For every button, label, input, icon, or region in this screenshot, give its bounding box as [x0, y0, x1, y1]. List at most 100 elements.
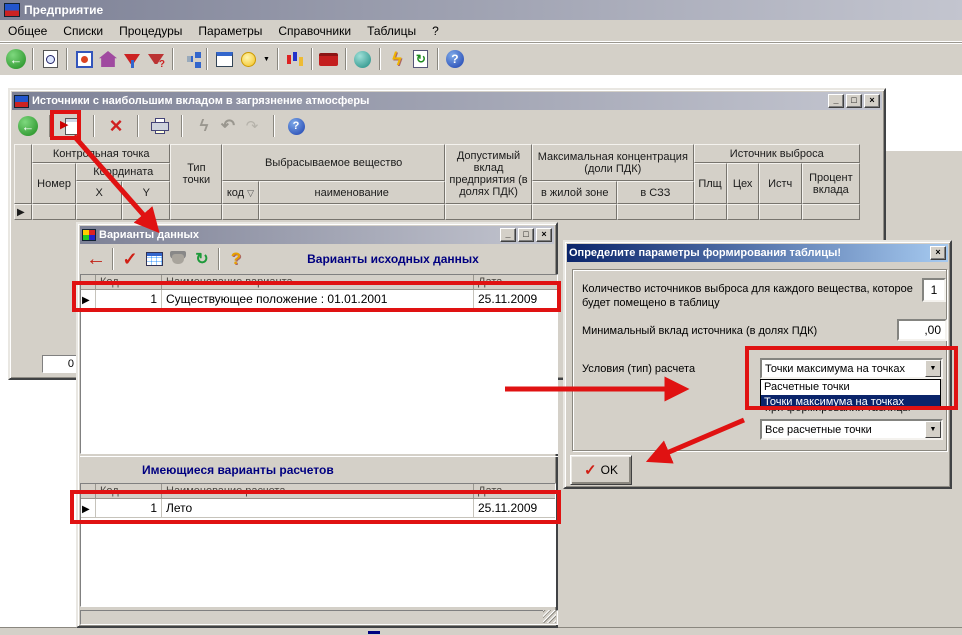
cell-name: Существующее положение : 01.01.2001 — [162, 290, 474, 309]
col-code[interactable]: Код — [96, 484, 162, 499]
col-y[interactable]: Y — [122, 181, 170, 204]
menu-spravochniki[interactable]: Справочники — [270, 21, 359, 41]
menu-tablicy[interactable]: Таблицы — [359, 21, 424, 41]
maximize-button[interactable]: □ — [518, 228, 534, 242]
lamp-dropdown-arrow[interactable]: ▼ — [263, 56, 270, 63]
confirm-button[interactable]: ✓ — [118, 247, 142, 271]
print-icon — [151, 122, 169, 131]
refresh-button[interactable]: ↻ — [190, 247, 214, 271]
enterprise-button[interactable] — [96, 47, 120, 71]
lamp-button[interactable] — [236, 47, 260, 71]
close-button[interactable]: × — [930, 246, 946, 260]
params-dialog-title: Определите параметры формирования таблиц… — [569, 247, 927, 259]
params-dialog: Определите параметры формирования таблиц… — [563, 240, 952, 489]
col-residential[interactable]: в жилой зоне — [532, 181, 617, 204]
plug-button[interactable] — [166, 247, 190, 271]
refresh-icon: ↻ — [413, 50, 428, 68]
variant-row[interactable]: ▶ 1 Существующее положение : 01.01.2001 … — [81, 290, 557, 309]
col-name[interactable]: Наименование варианта — [162, 275, 474, 290]
tree-icon — [187, 56, 193, 62]
col-tseh[interactable]: Цех — [727, 163, 759, 204]
tree-button[interactable] — [178, 47, 202, 71]
col-x[interactable]: X — [76, 181, 122, 204]
menu-obschee[interactable]: Общее — [0, 21, 55, 41]
col-substance[interactable]: Выбрасываемое вещество — [222, 144, 445, 181]
dropdown-option-maksimuma[interactable]: Точки максимума на точках — [761, 395, 940, 410]
chevron-down-icon[interactable]: ▼ — [925, 360, 941, 377]
lightning-button[interactable]: ϟ — [192, 114, 216, 138]
minimize-button[interactable]: _ — [828, 94, 844, 108]
briefcase-button[interactable] — [317, 47, 341, 71]
chevron-down-icon[interactable]: ▼ — [925, 421, 941, 438]
col-szz[interactable]: в СЗЗ — [617, 181, 693, 204]
col-control-point[interactable]: Контрольная точка — [32, 144, 170, 163]
undo-icon: ↶ — [221, 116, 235, 136]
add-record-button[interactable]: ▶ — [60, 114, 84, 138]
main-window-title: Предприятие — [24, 3, 103, 17]
calc-type-combobox[interactable]: Точки максимума на точках ▼ — [760, 358, 943, 379]
close-button[interactable]: × — [536, 228, 552, 242]
help-button[interactable]: ? — [443, 47, 467, 71]
col-name[interactable]: Наименование расчета — [162, 484, 474, 499]
house-icon — [99, 51, 117, 67]
col-istch[interactable]: Истч — [759, 163, 802, 204]
back-button[interactable]: ← — [84, 247, 108, 271]
col-date[interactable]: Дата — [474, 484, 555, 499]
form-button[interactable] — [212, 47, 236, 71]
col-point-type[interactable]: Тип точки — [170, 144, 222, 204]
menu-help[interactable]: ? — [424, 21, 447, 41]
menu-spiski[interactable]: Списки — [55, 21, 111, 41]
grid-empty-row[interactable]: ▶ — [14, 204, 860, 220]
lightning-icon: ϟ — [200, 116, 209, 136]
refresh-icon: ↻ — [195, 249, 208, 269]
chart-button[interactable] — [283, 47, 307, 71]
calc-row[interactable]: ▶ 1 Лето 25.11.2009 — [81, 499, 555, 518]
points-value: Все расчетные точки — [762, 423, 925, 437]
col-allowed-contribution[interactable]: Допустимый вклад предприятия (в долях ПД… — [445, 144, 532, 204]
back-button[interactable]: ← — [4, 47, 28, 71]
maximize-button[interactable]: □ — [846, 94, 862, 108]
col-percent[interactable]: Процент вклада — [802, 163, 860, 204]
count-input[interactable]: 1 — [922, 278, 946, 302]
lightning-button[interactable]: ϟ — [385, 47, 409, 71]
help-button[interactable]: ? — [224, 247, 248, 271]
resize-grip[interactable] — [543, 610, 556, 623]
col-date[interactable]: Дата — [474, 275, 557, 290]
report-button[interactable] — [38, 47, 62, 71]
col-coordinate[interactable]: Координата — [76, 163, 170, 181]
help-button[interactable]: ? — [284, 114, 308, 138]
col-name[interactable]: наименование — [259, 181, 445, 204]
menu-parametry[interactable]: Параметры — [190, 21, 270, 41]
dropdown-option-raschetnye[interactable]: Расчетные точки — [761, 380, 940, 395]
print-button[interactable] — [148, 114, 172, 138]
col-emission-source[interactable]: Источник выброса — [694, 144, 861, 163]
col-max-concentration[interactable]: Максимальная концентрация (доли ПДК) — [532, 144, 693, 181]
points-combobox[interactable]: Все расчетные точки ▼ — [760, 419, 943, 440]
minimize-button[interactable]: _ — [500, 228, 516, 242]
col-plsch[interactable]: Плщ — [694, 163, 727, 204]
filter-question-button[interactable]: ? — [144, 47, 168, 71]
back-button[interactable]: ← — [16, 114, 40, 138]
delete-button[interactable]: × — [104, 114, 128, 138]
cell-name: Лето — [162, 499, 474, 518]
refresh-button[interactable]: ↻ — [409, 47, 433, 71]
form-icon — [216, 52, 233, 67]
filter-button[interactable] — [120, 47, 144, 71]
calc-table-header: Код Наименование расчета Дата — [81, 484, 555, 499]
ok-button[interactable]: ✓ OK — [570, 455, 632, 485]
globe-button[interactable] — [351, 47, 375, 71]
undo-button[interactable]: ↶ — [216, 114, 240, 138]
min-contribution-label: Минимальный вклад источника (в долях ПДК… — [582, 324, 882, 338]
table-button[interactable] — [142, 247, 166, 271]
map-button[interactable] — [72, 47, 96, 71]
close-button[interactable]: × — [864, 94, 880, 108]
redo-button[interactable]: ↷ — [240, 114, 264, 138]
lightning-icon: ϟ — [392, 49, 402, 70]
menu-procedury[interactable]: Процедуры — [111, 21, 190, 41]
col-number[interactable]: Номер — [32, 163, 76, 204]
col-code[interactable]: код ▽ — [222, 181, 258, 204]
min-contribution-input[interactable]: ,00 — [897, 319, 947, 341]
check-icon: ✓ — [122, 249, 137, 270]
help-icon: ? — [288, 118, 305, 135]
col-code[interactable]: Код — [96, 275, 162, 290]
